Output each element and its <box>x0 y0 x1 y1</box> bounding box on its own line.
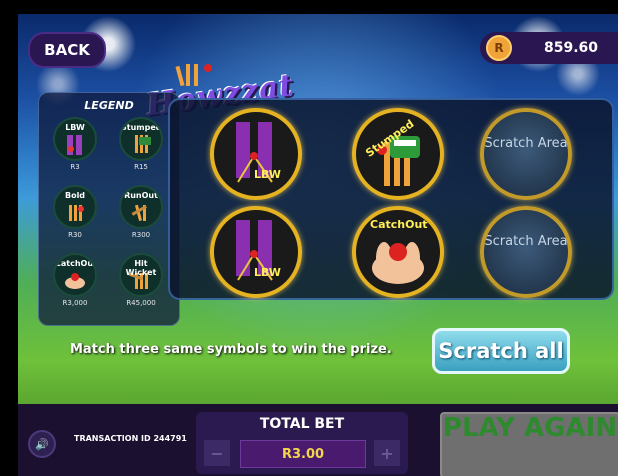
legend-label: Bold <box>64 191 86 200</box>
legend-item-bold: Bold R30 <box>51 185 99 239</box>
legend-label: Stumped <box>121 123 162 132</box>
scratch-area-1[interactable]: Scratch Area <box>480 108 572 200</box>
balance-value: 859.60 <box>544 40 599 56</box>
scratch-cell-2[interactable]: Stumped <box>352 108 444 200</box>
scratch-board: LBW Stumped Scratch Area LBW CatchOut Sc… <box>168 98 614 300</box>
lbw-icon: LBW <box>53 117 97 161</box>
legend-item-runout: RunOut R300 <box>117 185 165 239</box>
scratch-cell-5[interactable]: CatchOut <box>352 206 444 298</box>
coin-icon: R <box>486 35 512 61</box>
legend-item-lbw: LBW R3 <box>51 117 99 171</box>
bet-decrease-button[interactable]: − <box>204 440 230 466</box>
legend-prize: R3 <box>70 163 80 171</box>
legend-prize: R15 <box>134 163 148 171</box>
instruction-text: Match three same symbols to win the priz… <box>70 342 392 357</box>
legend-label: CatchOut <box>55 259 97 268</box>
bottom-bar: 🔊 TRANSACTION ID 244791 TOTAL BET − R3.0… <box>18 404 618 476</box>
transaction-id: TRANSACTION ID 244791 <box>74 434 187 443</box>
legend-item-hit-wicket: Hit Wicket R45,000 <box>117 253 165 307</box>
total-bet-label: TOTAL BET <box>259 416 345 432</box>
scratch-area-2[interactable]: Scratch Area <box>480 206 572 298</box>
legend-prize: R3,000 <box>62 299 88 307</box>
back-button[interactable]: BACK <box>28 32 106 68</box>
hit-wicket-icon: Hit Wicket <box>119 253 163 297</box>
game-screen: BACK R 859.60 Howzzat LEGEND LBW R3 Stum… <box>18 14 618 476</box>
bet-value: R3.00 <box>240 440 366 468</box>
legend-item-catchout: CatchOut R3,000 <box>51 253 99 307</box>
cell-symbol-label: LBW <box>254 168 281 181</box>
lbw-symbol-icon <box>236 220 273 281</box>
bold-icon: Bold <box>53 185 97 229</box>
legend-prize: R30 <box>68 231 82 239</box>
legend-prize: R45,000 <box>126 299 156 307</box>
legend-title: LEGEND <box>84 99 134 112</box>
legend-label: RunOut <box>124 191 158 200</box>
speaker-icon[interactable]: 🔊 <box>28 430 56 458</box>
legend-item-stumped: Stumped R15 <box>117 117 165 171</box>
scratch-area-text: Scratch Area <box>484 234 568 249</box>
runout-icon: RunOut <box>119 185 163 229</box>
scratch-area-text: Scratch Area <box>484 136 568 151</box>
catchout-icon: CatchOut <box>53 253 97 297</box>
legend-label: LBW <box>65 123 85 132</box>
balance-display: R 859.60 <box>480 32 618 64</box>
scratch-cell-4[interactable]: LBW <box>210 206 302 298</box>
stumped-icon: Stumped <box>119 117 163 161</box>
scratch-cell-1[interactable]: LBW <box>210 108 302 200</box>
cell-symbol-label: CatchOut <box>370 218 428 231</box>
total-bet-panel: TOTAL BET − R3.00 + <box>196 412 408 474</box>
scratch-all-button[interactable]: Scratch all <box>432 328 570 374</box>
cell-symbol-label: LBW <box>254 266 281 279</box>
lbw-symbol-icon <box>236 122 273 183</box>
legend-prize: R300 <box>131 231 151 239</box>
legend-label: Hit Wicket <box>125 259 157 277</box>
bet-increase-button[interactable]: + <box>374 440 400 466</box>
legend-panel: LEGEND LBW R3 Stumped R15 Bold R30 RunOu… <box>38 92 180 326</box>
play-again-button[interactable]: PLAY AGAIN <box>440 412 618 476</box>
